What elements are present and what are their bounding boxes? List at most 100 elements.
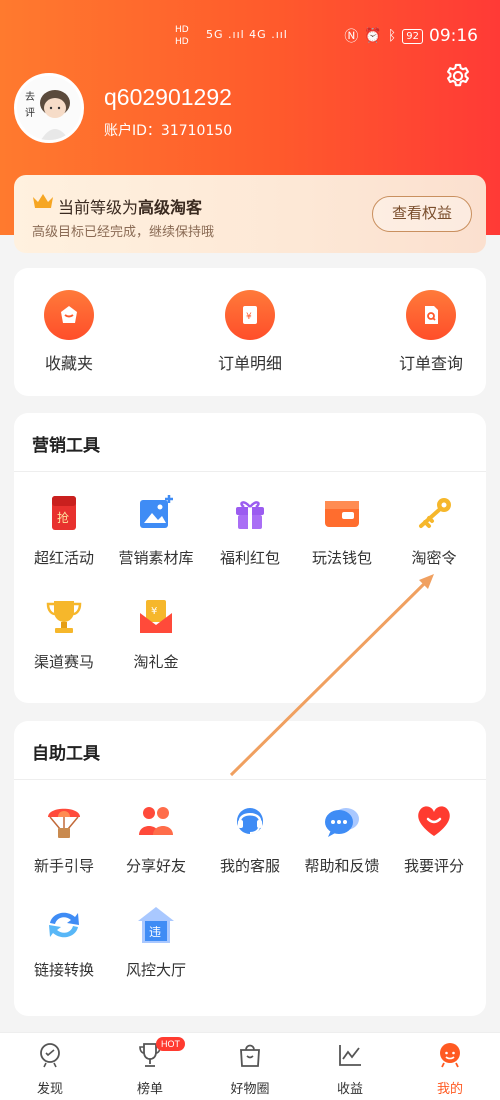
tab-label-discover: 发现 <box>36 1082 63 1097</box>
username: q602901292 <box>104 84 232 110</box>
tool-item-welfare-red-packet[interactable]: 福利红包 <box>200 493 300 568</box>
tab-label-earnings: 收益 <box>336 1082 363 1097</box>
order-search-icon <box>406 290 456 340</box>
quick-item-order-detail[interactable]: ¥ 订单明细 <box>195 290 305 374</box>
tool-item-customer-service[interactable]: 我的客服 <box>200 801 300 876</box>
bottom-tab-bar: 发现 HOT 榜单 好物圈 收益 我的 <box>0 1032 500 1100</box>
shield-house-icon: 违 <box>138 907 174 943</box>
svg-text:去: 去 <box>25 91 35 103</box>
tool-label-tao-gift-money: 淘礼金 <box>133 653 179 671</box>
tool-item-tao-password[interactable]: 淘密令 <box>384 493 484 568</box>
red-envelope-icon: 抢 <box>52 496 76 530</box>
trophy-icon <box>46 601 82 633</box>
tool-label-channel-race: 渠道赛马 <box>33 653 94 671</box>
tab-discover[interactable]: 发现 <box>10 1041 90 1097</box>
tool-label-welfare-red-packet: 福利红包 <box>219 549 280 567</box>
section-title-self-service: 自助工具 <box>32 744 100 764</box>
view-rights-button[interactable]: 查看权益 <box>372 196 472 232</box>
self-service-tools-card: 自助工具 新手引导 分享好友 我的客服 帮助和反馈 我要评分 链接转换 违 风控… <box>14 721 486 1016</box>
quick-label-favorites: 收藏夹 <box>44 354 93 373</box>
tool-label-risk-control: 风控大厅 <box>125 961 186 979</box>
discover-icon <box>40 1043 60 1068</box>
tab-label-goods-circle: 好物圈 <box>230 1082 270 1097</box>
sim2-label: HD <box>175 37 189 47</box>
account-id: 账户ID：31710150 <box>104 123 233 139</box>
marketing-tools-card: 营销工具 抢 超红活动 营销素材库 福利红包 玩法钱包 淘密令 渠道赛马 ¥ 淘… <box>14 413 486 703</box>
tool-item-rate-app[interactable]: 我要评分 <box>384 801 484 876</box>
tool-label-play-wallet: 玩法钱包 <box>311 549 372 567</box>
tool-item-newbie-guide[interactable]: 新手引导 <box>14 801 114 876</box>
level-subtitle: 高级目标已经完成，继续保持哦 <box>32 225 215 240</box>
quick-item-favorites[interactable]: 收藏夹 <box>14 290 124 374</box>
divider <box>14 779 486 780</box>
tab-label-rankings: 榜单 <box>136 1082 163 1097</box>
divider <box>14 471 486 472</box>
battery-icon: 92 <box>402 28 423 44</box>
crown-icon <box>33 194 53 208</box>
avatar[interactable]: 去 评 <box>14 73 84 143</box>
gift-money-icon: ¥ <box>140 600 172 633</box>
chart-icon <box>339 1045 361 1066</box>
tab-earnings[interactable]: 收益 <box>310 1041 390 1097</box>
tool-item-material-library[interactable]: 营销素材库 <box>106 493 206 568</box>
tool-item-tao-gift-money[interactable]: ¥ 淘礼金 <box>106 597 206 672</box>
tool-label-customer-service: 我的客服 <box>219 857 280 875</box>
tab-goods-circle[interactable]: 好物圈 <box>210 1041 290 1097</box>
quick-item-order-search[interactable]: 订单查询 <box>376 290 486 374</box>
quick-label-order-detail: 订单明细 <box>217 354 282 373</box>
svg-text:抢: 抢 <box>57 510 69 525</box>
tool-item-risk-control[interactable]: 违 风控大厅 <box>106 905 206 980</box>
order-detail-icon: ¥ <box>225 290 275 340</box>
settings-gear-icon[interactable] <box>444 62 472 90</box>
profile-icon <box>440 1043 460 1068</box>
heart-icon <box>418 806 450 836</box>
svg-text:评: 评 <box>25 107 35 119</box>
friends-icon <box>139 807 173 835</box>
tool-item-help-feedback[interactable]: 帮助和反馈 <box>292 801 392 876</box>
tool-label-rate-app: 我要评分 <box>403 857 464 875</box>
hot-badge: HOT <box>156 1037 185 1051</box>
quick-actions-card: 收藏夹 ¥ 订单明细 订单查询 <box>14 268 486 396</box>
level-title-prefix: 当前等级为 <box>58 198 139 217</box>
refresh-icon <box>49 912 79 938</box>
tool-label-super-red: 超红活动 <box>33 549 94 567</box>
wallet-icon <box>325 501 359 527</box>
alarm-icon: ⏰ <box>364 28 382 44</box>
tool-label-link-convert: 链接转换 <box>33 961 94 979</box>
svg-text:¥: ¥ <box>246 312 252 322</box>
favorites-icon <box>44 290 94 340</box>
tab-label-mine: 我的 <box>436 1082 463 1097</box>
headset-icon <box>237 808 263 834</box>
image-add-icon <box>140 495 173 528</box>
svg-text:¥: ¥ <box>151 606 157 617</box>
section-title-marketing: 营销工具 <box>32 436 100 456</box>
tool-item-channel-race[interactable]: 渠道赛马 <box>14 597 114 672</box>
level-card: 当前等级为高级淘客 高级目标已经完成，继续保持哦 查看权益 <box>14 175 486 253</box>
quick-label-order-search: 订单查询 <box>398 354 463 373</box>
tool-label-newbie-guide: 新手引导 <box>33 857 94 875</box>
level-title: 当前等级为高级淘客 <box>58 194 202 218</box>
tool-label-material-library: 营销素材库 <box>118 549 194 567</box>
chat-bubbles-icon <box>325 808 359 837</box>
key-icon <box>419 498 451 528</box>
nfc-icon: Ⓝ <box>344 29 359 45</box>
tab-rankings[interactable]: HOT 榜单 <box>110 1037 190 1097</box>
tool-item-play-wallet[interactable]: 玩法钱包 <box>292 493 392 568</box>
tool-item-super-red[interactable]: 抢 超红活动 <box>14 493 114 568</box>
gift-icon <box>236 501 264 529</box>
tool-label-help-feedback: 帮助和反馈 <box>304 857 380 875</box>
status-bar: HD HD 5G .ııl 4G .ııl Ⓝ ⏰ ᛒ 92 09:16 <box>0 22 500 54</box>
sim1-label: HD <box>175 25 189 35</box>
svg-text:违: 违 <box>149 925 161 939</box>
avatar-illustration-icon: 去 评 <box>17 76 81 140</box>
bluetooth-icon: ᛒ <box>387 28 397 44</box>
tab-mine[interactable]: 我的 <box>410 1041 490 1097</box>
tool-item-link-convert[interactable]: 链接转换 <box>14 905 114 980</box>
clock: 09:16 <box>429 26 478 46</box>
tool-label-tao-password: 淘密令 <box>411 549 457 567</box>
sim-indicators: HD HD <box>175 24 189 48</box>
tool-label-share-friends: 分享好友 <box>125 857 186 875</box>
network-signal: 5G .ııl 4G .ııl <box>206 28 288 41</box>
tool-item-share-friends[interactable]: 分享好友 <box>106 801 206 876</box>
level-name: 高级淘客 <box>138 198 203 217</box>
